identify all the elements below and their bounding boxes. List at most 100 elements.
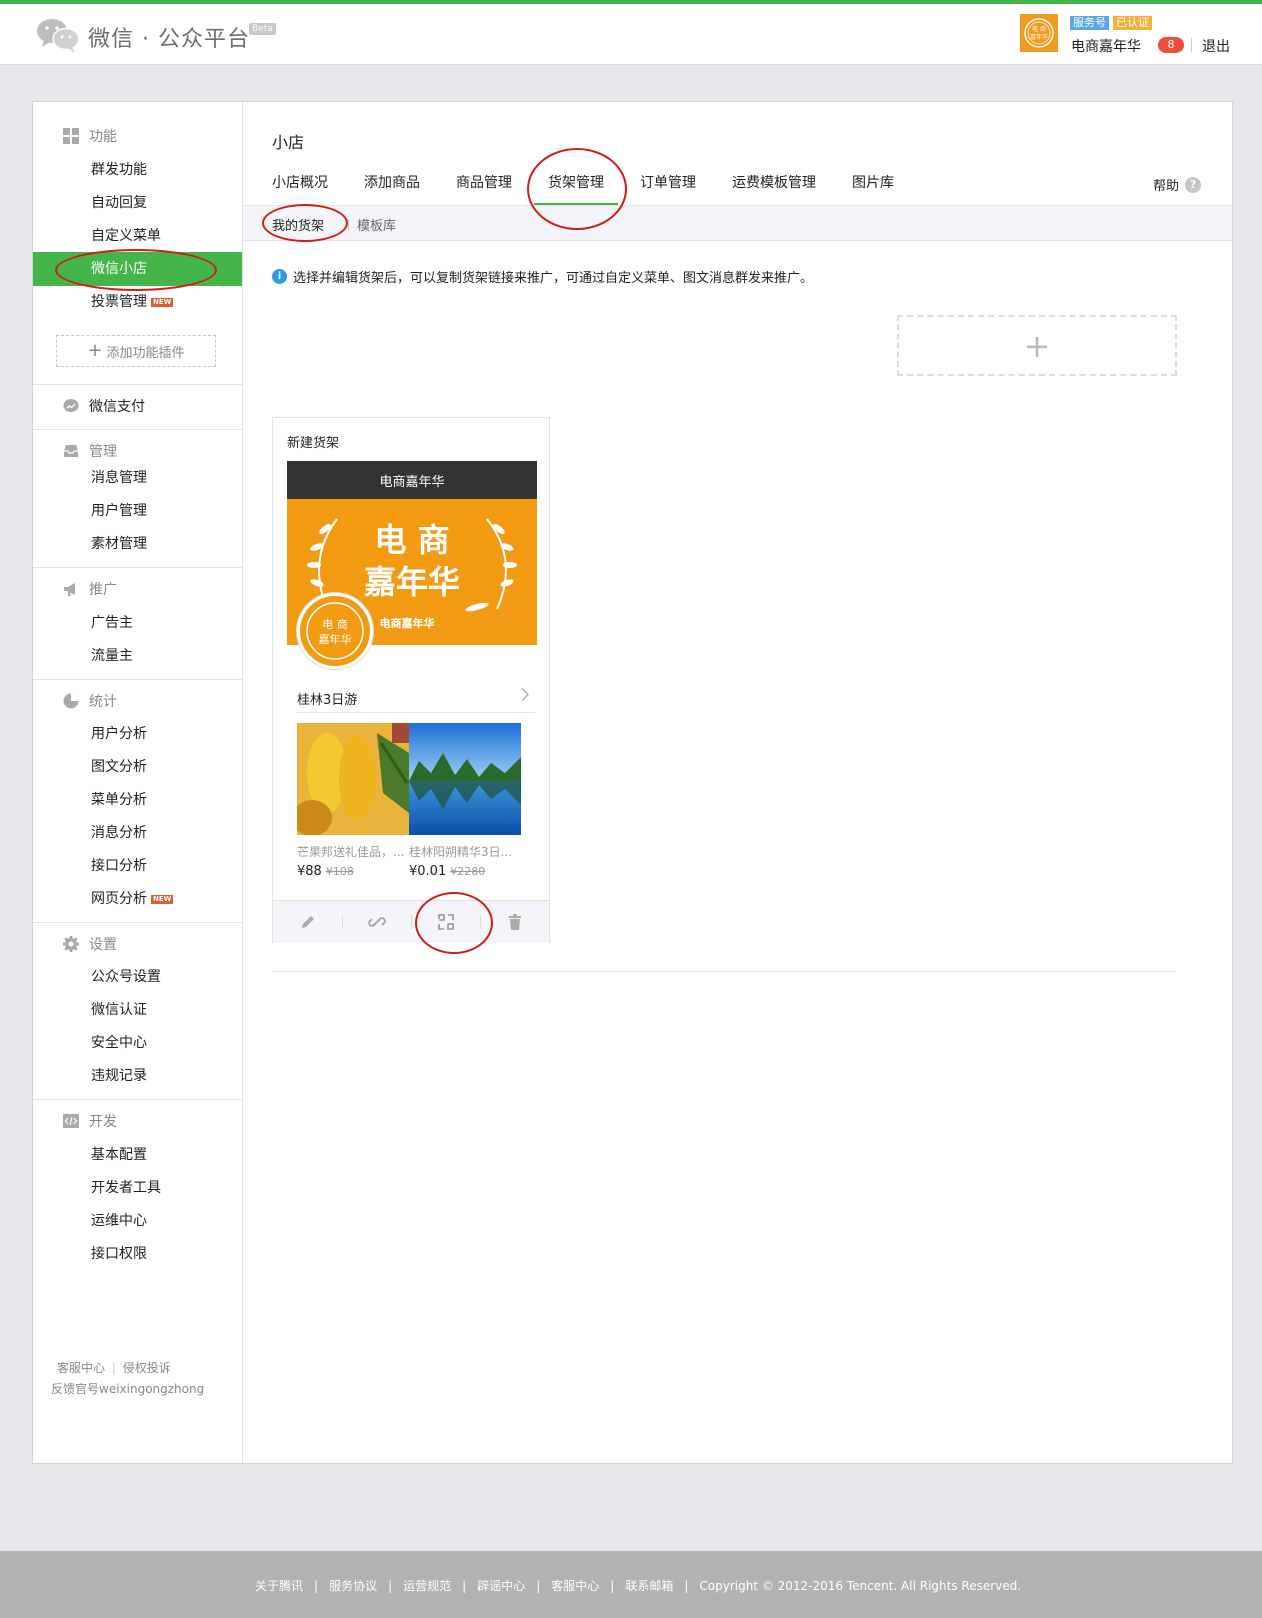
sidebar-item-publisher[interactable]: 流量主 bbox=[33, 639, 242, 673]
sidebar: 功能 群发功能 自动回复 自定义菜单 微信小店 投票管理 NEW + 添加功能插件… bbox=[33, 102, 243, 1463]
sidebar-section-title: 统计 bbox=[89, 694, 117, 710]
footer-link-rumor[interactable]: 辟谣中心 bbox=[477, 1577, 525, 1594]
sidebar-divider bbox=[33, 384, 242, 385]
subtab-my-shelves[interactable]: 我的货架 bbox=[272, 215, 324, 234]
sidebar-item-security-center[interactable]: 安全中心 bbox=[33, 1026, 242, 1060]
beta-badge: Beta bbox=[249, 23, 276, 35]
help-label: 帮助 bbox=[1153, 179, 1180, 194]
tab-shelf-manage[interactable]: 货架管理 bbox=[534, 172, 618, 206]
sidebar-item-article-analysis[interactable]: 图文分析 bbox=[33, 750, 242, 784]
svg-text:电 商: 电 商 bbox=[322, 617, 348, 631]
product-item[interactable]: 桂林阳朔精华3日... ¥0.01 ¥2280 bbox=[409, 723, 521, 879]
sidebar-item-violations[interactable]: 违规记录 bbox=[33, 1059, 242, 1093]
product-price-row: ¥0.01 ¥2280 bbox=[409, 864, 521, 879]
edit-button[interactable] bbox=[273, 901, 342, 943]
edit-icon bbox=[301, 916, 314, 928]
product-image-mango bbox=[297, 723, 409, 835]
shelf-logo-badge: 电 商 嘉年华 bbox=[297, 593, 373, 669]
sidebar-section-title: 设置 bbox=[89, 937, 117, 953]
grid-icon bbox=[63, 128, 79, 144]
sidebar-footer-links: 客服中心 | 侵权投诉 bbox=[57, 1361, 171, 1375]
tab-shipping-templates[interactable]: 运费模板管理 bbox=[732, 172, 816, 206]
add-plugin-button[interactable]: + 添加功能插件 bbox=[56, 335, 216, 367]
sidebar-item-advertiser[interactable]: 广告主 bbox=[33, 606, 242, 640]
sidebar-item-auto-reply[interactable]: 自动回复 bbox=[33, 186, 242, 220]
product-item[interactable]: 芒果邦送礼佳品，... ¥88 ¥108 bbox=[297, 723, 409, 879]
info-text: 选择并编辑货架后，可以复制货架链接来推广，可通过自定义菜单、图文消息群发来推广。 bbox=[293, 271, 814, 286]
account-name[interactable]: 电商嘉年华 bbox=[1071, 36, 1141, 56]
sidebar-item-basic-config[interactable]: 基本配置 bbox=[33, 1138, 242, 1172]
sidebar-divider bbox=[33, 429, 242, 430]
sidebar-item-dev-tools[interactable]: 开发者工具 bbox=[33, 1171, 242, 1205]
delete-icon bbox=[508, 914, 521, 930]
product-group-row[interactable]: 桂林3日游 bbox=[297, 684, 535, 713]
sidebar-item-users[interactable]: 用户管理 bbox=[33, 494, 242, 528]
megaphone-icon bbox=[64, 583, 75, 596]
help-link[interactable]: 帮助 ? bbox=[1153, 175, 1202, 194]
product-image-guilin bbox=[409, 723, 521, 835]
footer-link-support[interactable]: 客服中心 bbox=[551, 1577, 599, 1594]
sidebar-item-messages[interactable]: 消息管理 bbox=[33, 461, 242, 495]
footer: 关于腾讯 | 服务协议 | 运营规范 | 辟谣中心 | 客服中心 | 联系邮箱 | Copy… bbox=[0, 1551, 1262, 1618]
banner-title-line1: 电 商 bbox=[374, 521, 449, 559]
footer-link-terms[interactable]: 服务协议 bbox=[329, 1577, 377, 1594]
footer-link-about[interactable]: 关于腾讯 bbox=[255, 1577, 303, 1594]
verified-badge: 已认证 bbox=[1113, 16, 1152, 30]
sub-tab-bar: 我的货架 模板库 bbox=[243, 205, 1232, 241]
tab-add-product[interactable]: 添加商品 bbox=[364, 172, 420, 206]
logout-link[interactable]: 退出 bbox=[1202, 36, 1230, 56]
sidebar-item-web-analysis[interactable]: 网页分析 NEW bbox=[33, 882, 242, 916]
product-price: ¥88 bbox=[297, 864, 322, 879]
footer-link-email[interactable]: 联系邮箱 bbox=[625, 1577, 673, 1594]
sidebar-item-custom-menu[interactable]: 自定义菜单 bbox=[33, 219, 242, 253]
complaint-link[interactable]: 侵权投诉 bbox=[123, 1361, 171, 1375]
info-icon: i bbox=[272, 269, 287, 284]
support-center-link[interactable]: 客服中心 bbox=[57, 1361, 105, 1375]
copy-link-button[interactable] bbox=[342, 901, 411, 943]
sidebar-item-ops-center[interactable]: 运维中心 bbox=[33, 1204, 242, 1238]
subtab-template-library[interactable]: 模板库 bbox=[357, 215, 396, 234]
account-avatar[interactable]: 电 商 嘉年华 bbox=[1020, 14, 1058, 52]
svg-text:嘉年华: 嘉年华 bbox=[319, 632, 352, 646]
shelf-title: 新建货架 bbox=[287, 436, 340, 451]
sidebar-item-wechat-shop[interactable]: 微信小店 bbox=[33, 252, 242, 286]
page-title: 小店 bbox=[272, 133, 305, 152]
sidebar-section-features: 功能 bbox=[63, 126, 117, 146]
shelf-card[interactable]: 新建货架 电商嘉年华 电 商 嘉年华 电商嘉年华 电 商 嘉年华 桂林3日游 芒… bbox=[272, 417, 550, 943]
sidebar-item-menu-analysis[interactable]: 菜单分析 bbox=[33, 783, 242, 817]
sidebar-item-user-analysis[interactable]: 用户分析 bbox=[33, 717, 242, 751]
tab-shop-overview[interactable]: 小店概况 bbox=[272, 172, 328, 206]
sidebar-item-message-analysis[interactable]: 消息分析 bbox=[33, 816, 242, 850]
chevron-right-icon bbox=[516, 688, 529, 701]
sidebar-item-api-permissions[interactable]: 接口权限 bbox=[33, 1237, 242, 1271]
qrcode-button[interactable] bbox=[411, 901, 480, 943]
tab-product-manage[interactable]: 商品管理 bbox=[456, 172, 512, 206]
unread-count-badge[interactable]: 8 bbox=[1158, 37, 1184, 53]
sidebar-item-api-analysis[interactable]: 接口分析 bbox=[33, 849, 242, 883]
product-price-row: ¥88 ¥108 bbox=[297, 864, 409, 879]
tab-image-library[interactable]: 图片库 bbox=[852, 172, 894, 206]
main-content: 小店 小店概况 添加商品 商品管理 货架管理 订单管理 运费模板管理 图片库 帮… bbox=[243, 102, 1232, 1463]
sidebar-item-vote-manage[interactable]: 投票管理 NEW bbox=[33, 285, 242, 319]
sidebar-item-materials[interactable]: 素材管理 bbox=[33, 527, 242, 561]
new-badge: NEW bbox=[151, 298, 174, 307]
sidebar-section-title: 推广 bbox=[89, 582, 117, 598]
content-divider bbox=[272, 971, 1176, 972]
sidebar-item-wechat-pay[interactable]: 微信支付 bbox=[63, 389, 145, 423]
footer-link-rules[interactable]: 运营规范 bbox=[403, 1577, 451, 1594]
chat-bubble-icon bbox=[63, 399, 79, 412]
sidebar-item-account-settings[interactable]: 公众号设置 bbox=[33, 960, 242, 994]
plus-icon: + bbox=[1023, 326, 1051, 365]
plus-icon: + bbox=[87, 340, 103, 361]
wechat-logo-icon bbox=[37, 19, 80, 53]
sidebar-section-title: 功能 bbox=[89, 129, 117, 145]
platform-title[interactable]: 微信 · 公众平台 bbox=[88, 21, 250, 53]
delete-button[interactable] bbox=[480, 901, 549, 943]
tab-order-manage[interactable]: 订单管理 bbox=[640, 172, 696, 206]
svg-text:嘉年华: 嘉年华 bbox=[1030, 33, 1048, 41]
group-name: 桂林3日游 bbox=[297, 692, 358, 708]
sidebar-item-wechat-verify[interactable]: 微信认证 bbox=[33, 993, 242, 1027]
add-plugin-label: 添加功能插件 bbox=[106, 345, 185, 361]
sidebar-item-mass-send[interactable]: 群发功能 bbox=[33, 153, 242, 187]
add-shelf-button[interactable]: + bbox=[897, 315, 1177, 376]
